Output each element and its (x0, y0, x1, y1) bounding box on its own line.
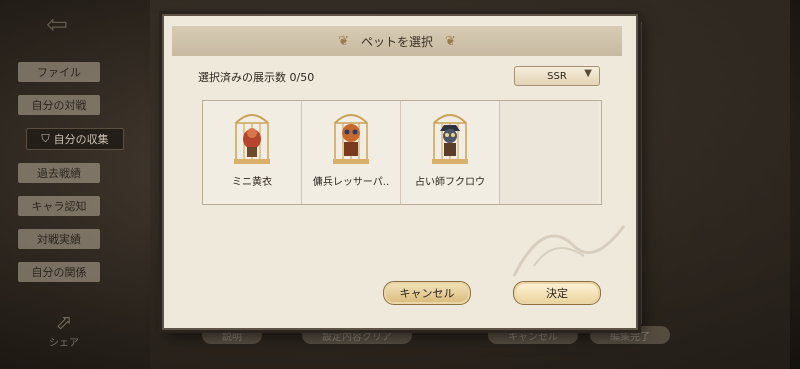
fortune-teller-owl-pet-icon (432, 114, 468, 164)
side-item-past-record[interactable]: 過去戦績 (18, 163, 100, 183)
cancel-button[interactable]: キャンセル (383, 281, 471, 305)
pet-name: ミニ黄衣 (232, 177, 272, 188)
dialog-title: ペットを選択 (360, 34, 433, 49)
side-item-my-relations[interactable]: 自分の関係 (18, 262, 100, 282)
mercenary-red-panda-pet-icon (333, 114, 369, 164)
side-item-my-collection[interactable]: ⛉ 自分の収集 (26, 128, 124, 150)
share-icon: ⬀ (55, 310, 73, 334)
pet-name: 占い師フクロウ (415, 177, 485, 188)
pet-grid: ミニ黄衣 傭兵レッサーパ.. 占い師フクロウ (202, 100, 602, 205)
share-button[interactable]: ⬀ シェア (40, 310, 88, 349)
side-menu: ファイル 自分の対戦 ⛉ 自分の収集 過去戦績 キャラ認知 対戦実績 自分の関係 (18, 62, 128, 295)
shield-icon: ⛉ (41, 132, 50, 145)
pet-cell-empty (500, 101, 598, 204)
pet-name: 傭兵レッサーパ.. (312, 177, 390, 188)
confirm-button[interactable]: 決定 (513, 281, 601, 305)
side-item-file[interactable]: ファイル (18, 62, 100, 82)
side-item-my-battles[interactable]: 自分の対戦 (18, 95, 100, 115)
pet-cell-mercenary-red-panda[interactable]: 傭兵レッサーパ.. (302, 101, 401, 204)
side-item-battle-achievements[interactable]: 対戦実績 (18, 229, 100, 249)
rarity-filter-value: SSR (547, 70, 567, 82)
selected-count-label: 選択済みの展示数 0/50 (198, 71, 315, 84)
bottom-bar: 説明 設定内容クリア キャンセル 編集完了 (190, 326, 790, 354)
rarity-filter-select[interactable]: SSR ▼ (514, 66, 600, 86)
chevron-down-icon: ▼ (584, 68, 592, 79)
side-item-character-recognition[interactable]: キャラ認知 (18, 196, 100, 216)
pet-cell-fortune-teller-owl[interactable]: 占い師フクロウ (401, 101, 500, 204)
pet-cell-mini-yellow-robe[interactable]: ミニ黄衣 (203, 101, 302, 204)
mini-yellow-robe-pet-icon (234, 114, 270, 164)
pet-select-dialog: ❦ ペットを選択 ❦ 選択済みの展示数 0/50 SSR ▼ ミニ黄衣 傭兵レッ… (162, 14, 638, 330)
leaf-ornament-icon: ❦ (338, 33, 349, 49)
leaf-ornament-icon: ❦ (445, 33, 456, 49)
back-icon[interactable]: ⇦ (40, 8, 74, 42)
dialog-title-bar: ❦ ペットを選択 ❦ (172, 26, 622, 56)
floral-ornament-icon (512, 225, 626, 277)
